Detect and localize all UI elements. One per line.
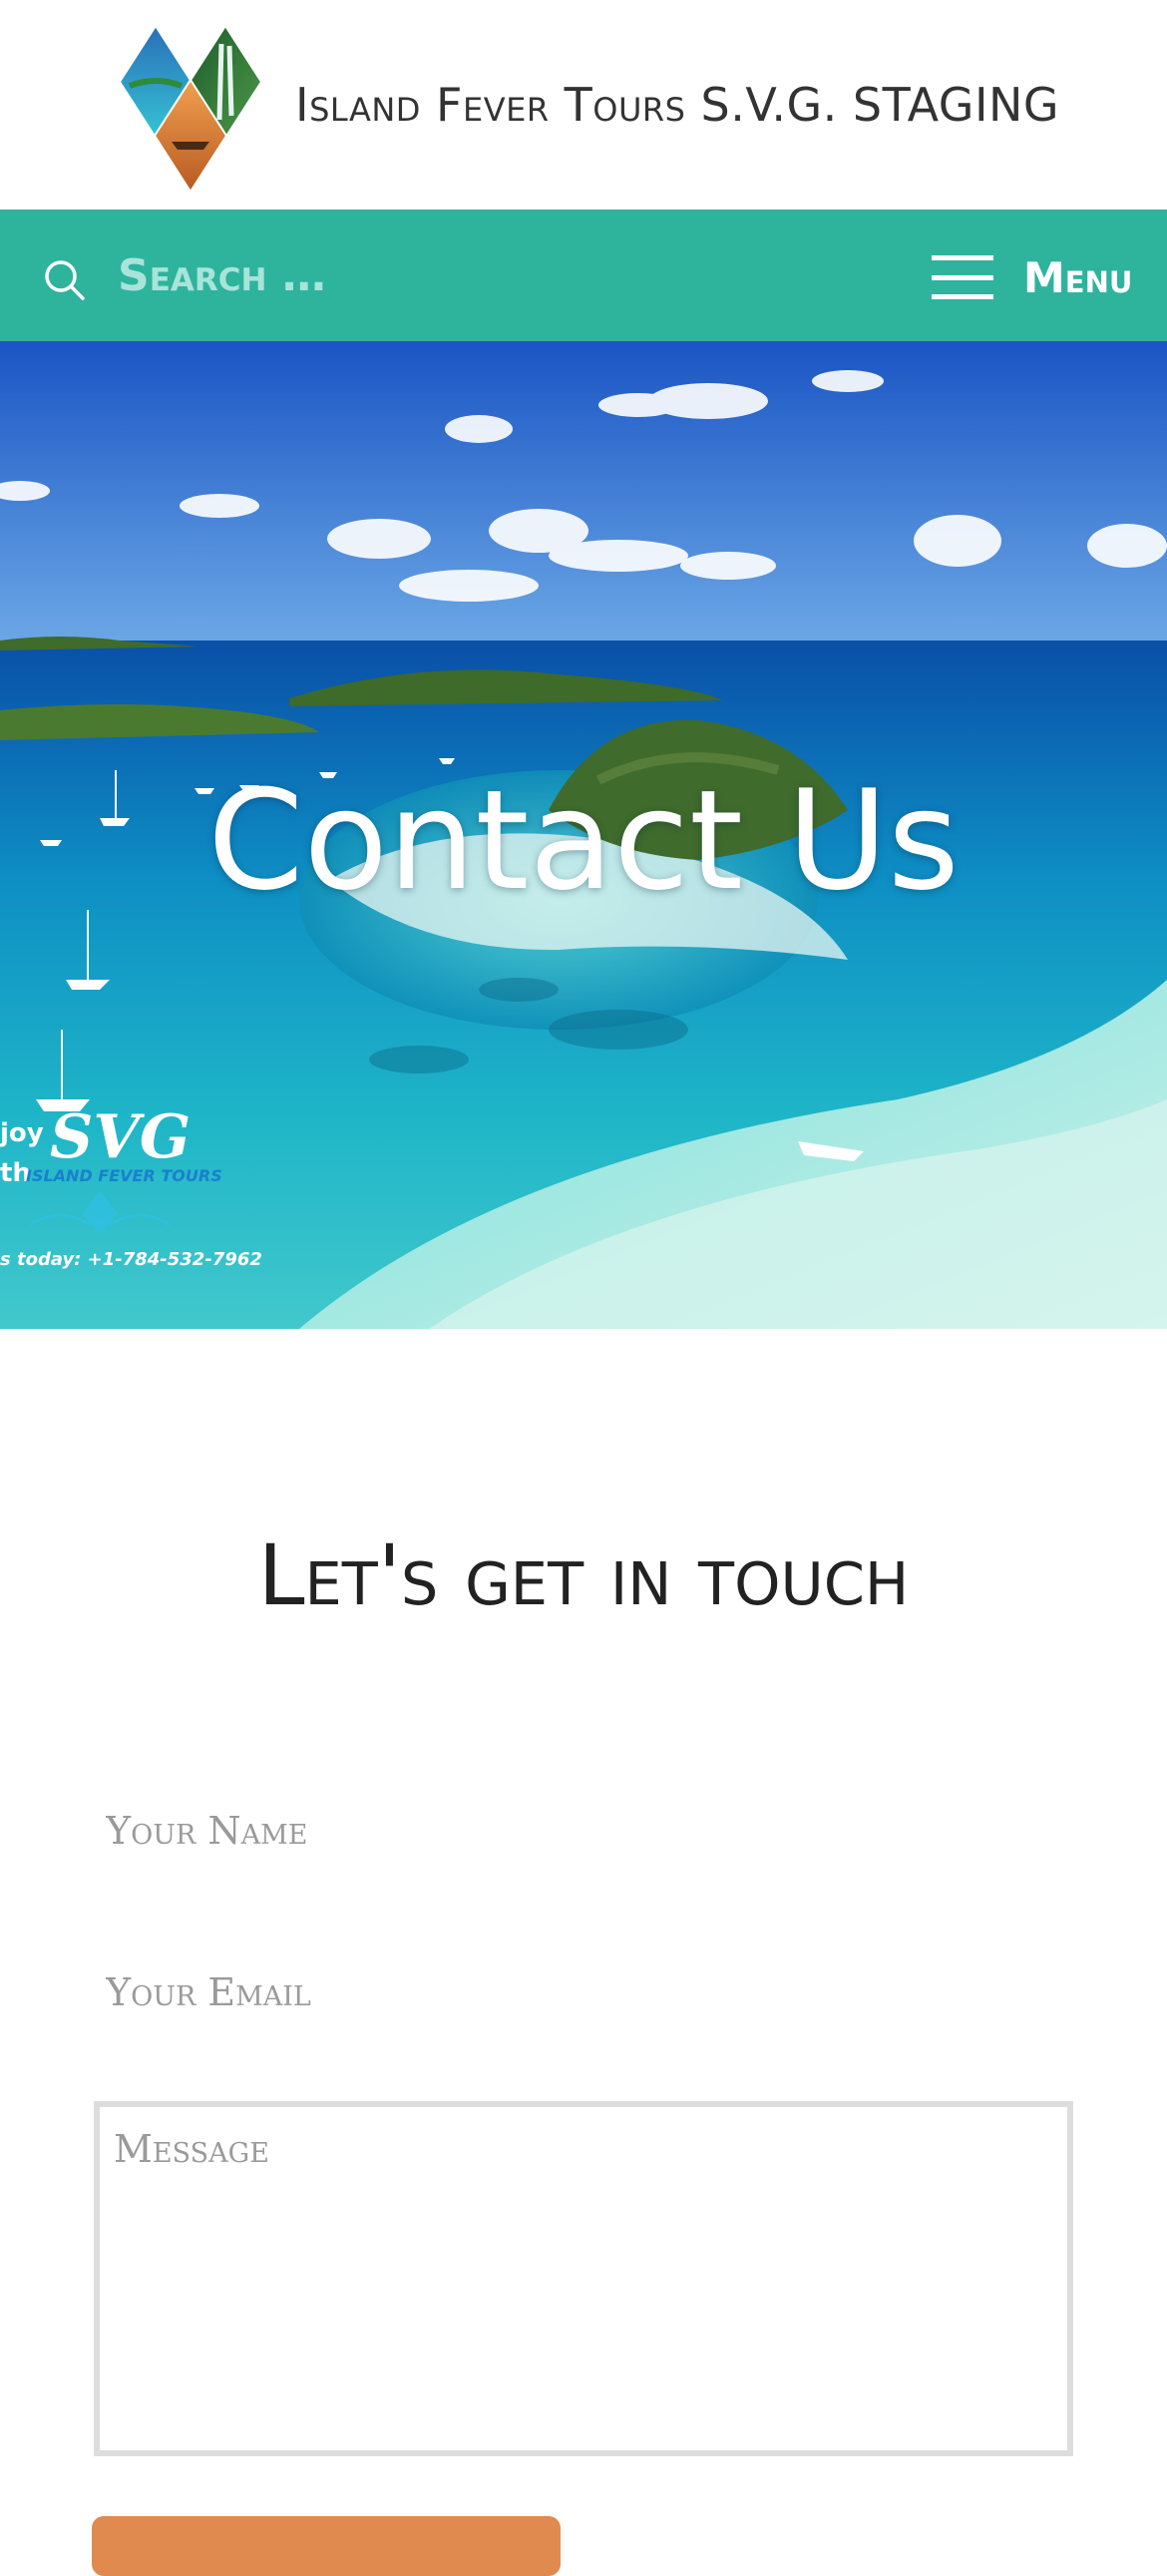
badge-line-1: joy — [0, 1118, 44, 1148]
hamburger-icon — [932, 255, 993, 299]
badge-sub: ISLAND FEVER TOURS — [26, 1166, 222, 1185]
email-field[interactable] — [94, 1957, 1073, 2027]
hero-title: Contact Us — [207, 760, 960, 921]
diamond-logo-icon[interactable] — [116, 24, 265, 194]
badge-brand: SVG — [50, 1102, 191, 1172]
menu-label: Menu — [1023, 252, 1133, 302]
search-input[interactable] — [118, 243, 636, 307]
name-field[interactable] — [94, 1796, 1073, 1866]
menu-button[interactable]: Menu — [932, 245, 1141, 309]
submit-button[interactable] — [92, 2516, 561, 2576]
message-field[interactable] — [94, 2101, 1073, 2456]
svg-brand-watermark: joy th SVG ISLAND FEVER TOURS s today: +… — [0, 1102, 262, 1270]
badge-phone: s today: +1-784-532-7962 — [0, 1249, 262, 1270]
site-header: Island Fever Tours S.V.G. STAGING — [0, 0, 1167, 210]
search-menu-bar: Menu — [0, 210, 1167, 341]
search-icon[interactable] — [44, 259, 86, 301]
site-title[interactable]: Island Fever Tours S.V.G. STAGING — [295, 78, 1059, 132]
hero-banner: Contact Us joy th SVG ISLAND FEVER TOURS… — [0, 341, 1167, 1329]
section-heading: Let's get in touch — [257, 1526, 910, 1624]
